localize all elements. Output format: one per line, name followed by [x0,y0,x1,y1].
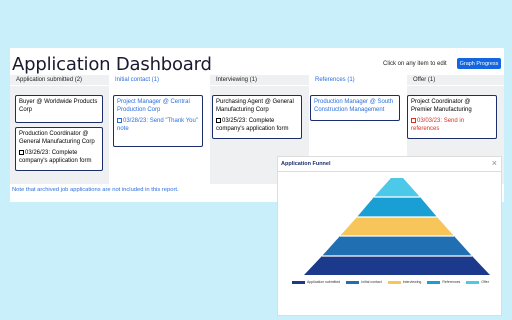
card-production-manager[interactable]: Production Manager @ South Construction … [310,95,400,121]
legend-swatch [427,280,441,284]
funnel-stage-offer [374,178,420,197]
card-buyer-worldwide[interactable]: Buyer @ Worldwide Products Corp [15,95,103,123]
calendar-icon [19,149,24,155]
legend-item-interviewing: Interviewing [387,278,421,286]
column-header-offer: Offer (1) [407,75,504,85]
card-project-manager[interactable]: Project Manager @ Central Production Cor… [113,95,203,147]
funnel-legend: Application submitted Initial contact In… [278,278,503,286]
legend-swatch [466,280,480,284]
legend-item-initial-contact: Initial contact [346,278,382,286]
legend-item-application-submitted: Application submitted [291,278,340,286]
card-title: Production Manager @ South Construction … [314,99,394,113]
card-title: Purchasing Agent @ General Manufacturing… [216,99,294,113]
card-task: 03/25/23: Complete company's application… [216,117,289,132]
funnel-stage-references [357,197,437,217]
card-title: Project Coordinator @ Premier Manufactur… [411,99,472,113]
calendar-icon [411,117,416,123]
funnel-stage-interviewing [340,217,454,236]
card-project-coordinator[interactable]: Project Coordinator @ Premier Manufactur… [407,95,497,139]
card-task: 03/28/23: Send "Thank You" note [117,117,198,132]
legend-swatch [387,280,401,284]
page-title: Application Dashboard [12,54,212,75]
legend-item-references: References [427,278,460,286]
graph-progress-button[interactable]: Graph Progress [457,58,501,69]
column-header-application-submitted: Application submitted (2) [10,75,109,85]
calendar-icon [117,117,122,123]
column-header-initial-contact[interactable]: Initial contact (1) [109,75,210,85]
funnel-chart [304,178,490,275]
card-task: 03/03/23: Send in references [411,117,465,132]
card-production-coordinator[interactable]: Production Coordinator @ General Manufac… [15,127,103,171]
funnel-stage-application-submitted [304,256,490,275]
column-header-references[interactable]: References (1) [309,75,407,85]
card-title: Buyer @ Worldwide Products Corp [19,99,98,113]
card-task: 03/26/23: Complete company's application… [19,149,92,164]
card-title: Production Coordinator @ General Manufac… [19,131,95,145]
card-purchasing-agent[interactable]: Purchasing Agent @ General Manufacturing… [212,95,302,139]
edit-hint: Click on any item to edit [383,61,447,67]
calendar-icon [216,117,221,123]
legend-item-offer: Offer [466,278,489,286]
archived-note: Note that archived job applications are … [12,187,179,193]
column-header-interviewing: Interviewing (1) [210,75,309,85]
legend-swatch [291,280,305,284]
card-title: Project Manager @ Central Production Cor… [117,99,190,113]
funnel-dialog: Application Funnel × Application submitt… [277,156,502,316]
funnel-stage-initial-contact [322,236,472,256]
legend-swatch [346,280,360,284]
